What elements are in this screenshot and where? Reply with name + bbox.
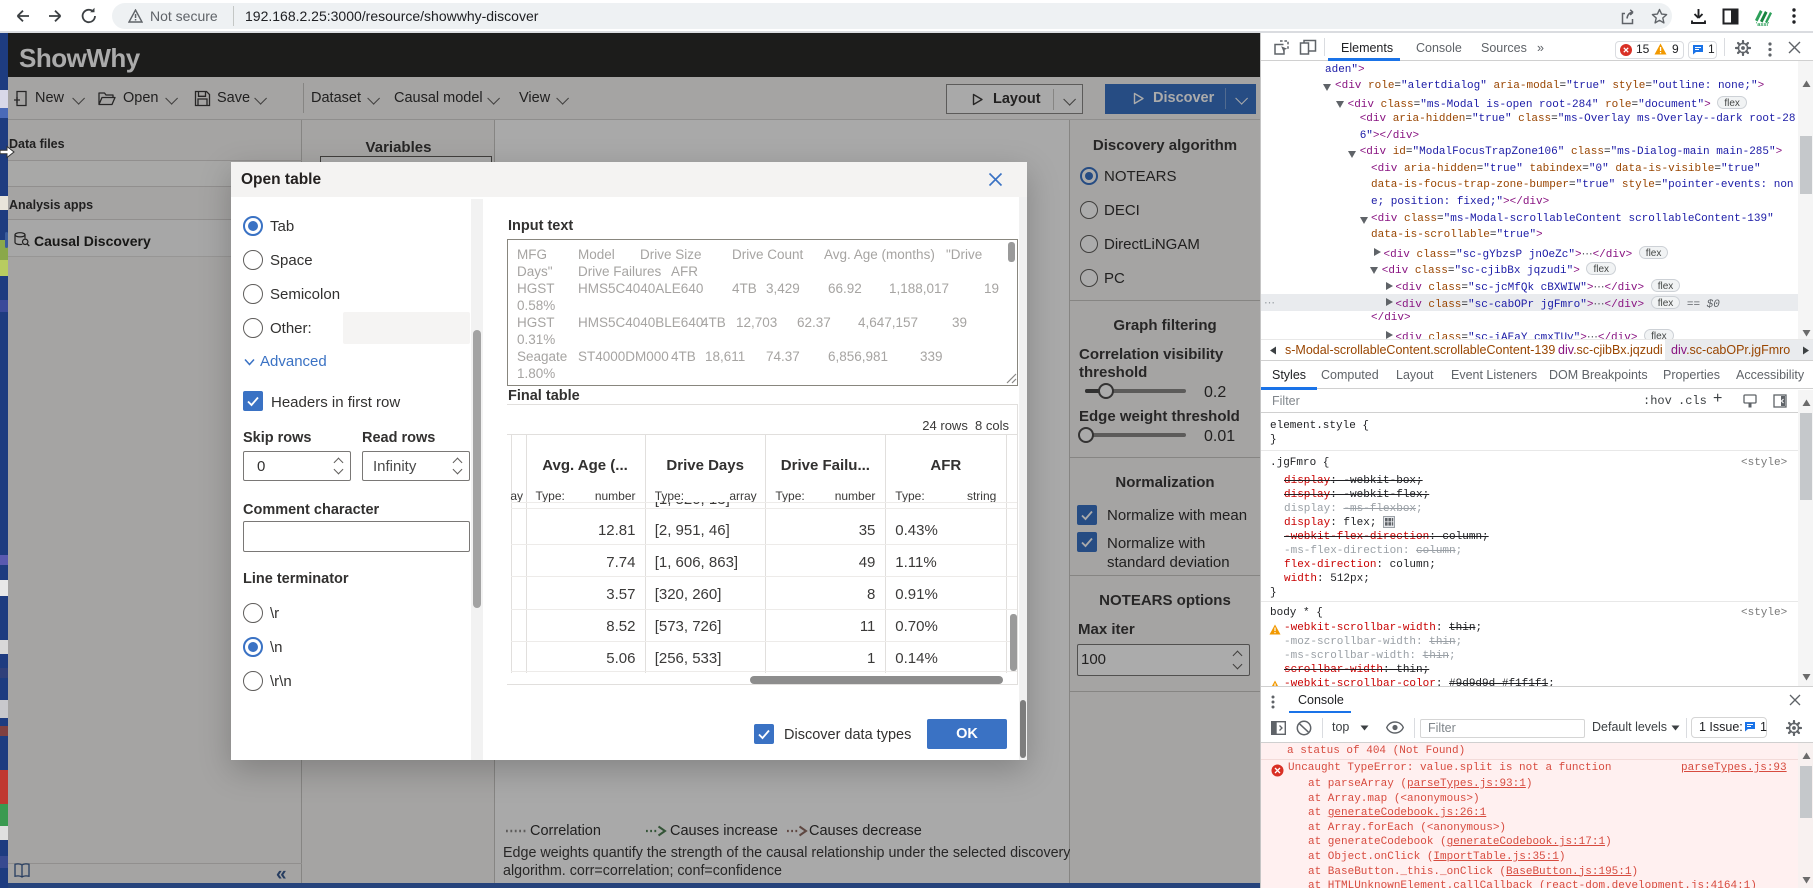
svg-text:'assi': 'assi' (1756, 22, 1770, 27)
